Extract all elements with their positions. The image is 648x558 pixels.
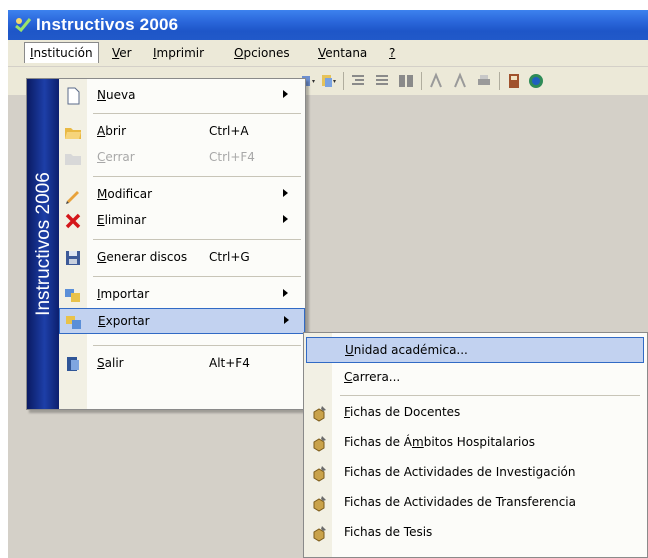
menu-institucion[interactable]: Institución — [24, 42, 99, 63]
menu-item-nueva[interactable]: Nueva — [59, 83, 305, 109]
wrench-cube-icon — [313, 466, 326, 482]
submenu-label-investigacion: Fichas de Actividades de Investigación — [344, 465, 576, 479]
delete-x-icon — [65, 213, 81, 229]
menu-item-modificar[interactable]: Modificar — [59, 182, 305, 208]
import-icon — [65, 289, 80, 302]
help-globe-icon[interactable] — [527, 72, 545, 90]
submenu-item-fichas-transferencia[interactable]: Fichas de Actividades de Transferencia — [306, 490, 644, 516]
sort-asc-icon[interactable] — [427, 72, 445, 90]
toolbar-export-icon[interactable] — [320, 72, 338, 90]
exit-door-icon — [67, 357, 79, 371]
submenu-item-fichas-investigacion[interactable]: Fichas de Actividades de Investigación — [306, 460, 644, 486]
wrench-cube-icon — [313, 496, 326, 512]
columns-icon[interactable] — [397, 72, 415, 90]
menu-item-abrir[interactable]: Abrir Ctrl+A — [59, 119, 305, 145]
open-folder-icon — [65, 128, 81, 139]
submenu-item-fichas-ambitos[interactable]: Fichas de Ámbitos Hospitalarios — [306, 430, 644, 456]
menu-bar: Institución Ver Imprimir Opciones Ventan… — [8, 40, 648, 67]
menu-item-importar[interactable]: Importar — [59, 282, 305, 308]
menu-item-exportar[interactable]: Exportar — [59, 308, 305, 334]
submenu-label-tesis: Fichas de Tesis — [344, 525, 433, 539]
list-icon[interactable] — [373, 72, 391, 90]
app-window: Instructivos 2006 Institución Ver Imprim… — [8, 10, 648, 558]
book-icon[interactable] — [505, 72, 523, 90]
floppy-disk-icon — [66, 251, 80, 265]
submenu-arrow-icon — [283, 90, 288, 98]
shortcut-generar-discos: Ctrl+G — [209, 250, 250, 264]
menu-banner: Instructivos 2006 — [27, 79, 59, 409]
submenu-item-carrera[interactable]: Carrera... — [306, 365, 644, 391]
institucion-menu: Instructivos 2006 Nueva Abrir Ctrl+A Cer… — [26, 78, 306, 410]
pencil-icon — [66, 191, 79, 204]
menu-ventana[interactable]: Ventana — [318, 46, 367, 60]
banner-title: Instructivos 2006 — [33, 172, 54, 316]
menu-ver[interactable]: Ver — [112, 46, 132, 60]
menu-item-generar-discos[interactable]: Generar discos Ctrl+G — [59, 245, 305, 271]
submenu-label-transferencia: Fichas de Actividades de Transferencia — [344, 495, 576, 509]
export-icon — [66, 316, 81, 329]
submenu-item-unidad-academica[interactable]: Unidad académica... — [306, 337, 644, 363]
menu-help[interactable]: ? — [389, 46, 395, 60]
submenu-item-fichas-docentes[interactable]: Fichas de Docentes — [306, 400, 644, 426]
exportar-submenu: Unidad académica... Carrera... Fichas de… — [303, 332, 648, 558]
submenu-arrow-icon — [283, 189, 288, 197]
close-document-icon — [65, 154, 81, 165]
menu-item-eliminar[interactable]: Eliminar — [59, 208, 305, 234]
new-document-icon — [67, 87, 80, 105]
title-bar[interactable]: Instructivos 2006 — [8, 10, 648, 40]
shortcut-abrir: Ctrl+A — [209, 124, 249, 138]
submenu-arrow-icon — [284, 316, 289, 324]
submenu-item-fichas-tesis[interactable]: Fichas de Tesis — [306, 520, 644, 546]
shortcut-cerrar: Ctrl+F4 — [209, 150, 255, 164]
align-icon[interactable] — [349, 72, 367, 90]
shortcut-salir: Alt+F4 — [209, 356, 250, 370]
menu-item-cerrar: Cerrar Ctrl+F4 — [59, 145, 305, 171]
submenu-arrow-icon — [283, 289, 288, 297]
menu-opciones[interactable]: Opciones — [234, 46, 290, 60]
wrench-cube-icon — [313, 436, 326, 452]
print-icon[interactable] — [475, 72, 493, 90]
window-title: Instructivos 2006 — [36, 15, 179, 34]
sort-desc-icon[interactable] — [451, 72, 469, 90]
menu-imprimir[interactable]: Imprimir — [153, 46, 204, 60]
app-icon — [15, 18, 32, 33]
wrench-cube-icon — [313, 526, 326, 542]
wrench-cube-icon — [313, 406, 326, 422]
menu-item-salir[interactable]: Salir Alt+F4 — [59, 351, 305, 377]
submenu-arrow-icon — [283, 215, 288, 223]
